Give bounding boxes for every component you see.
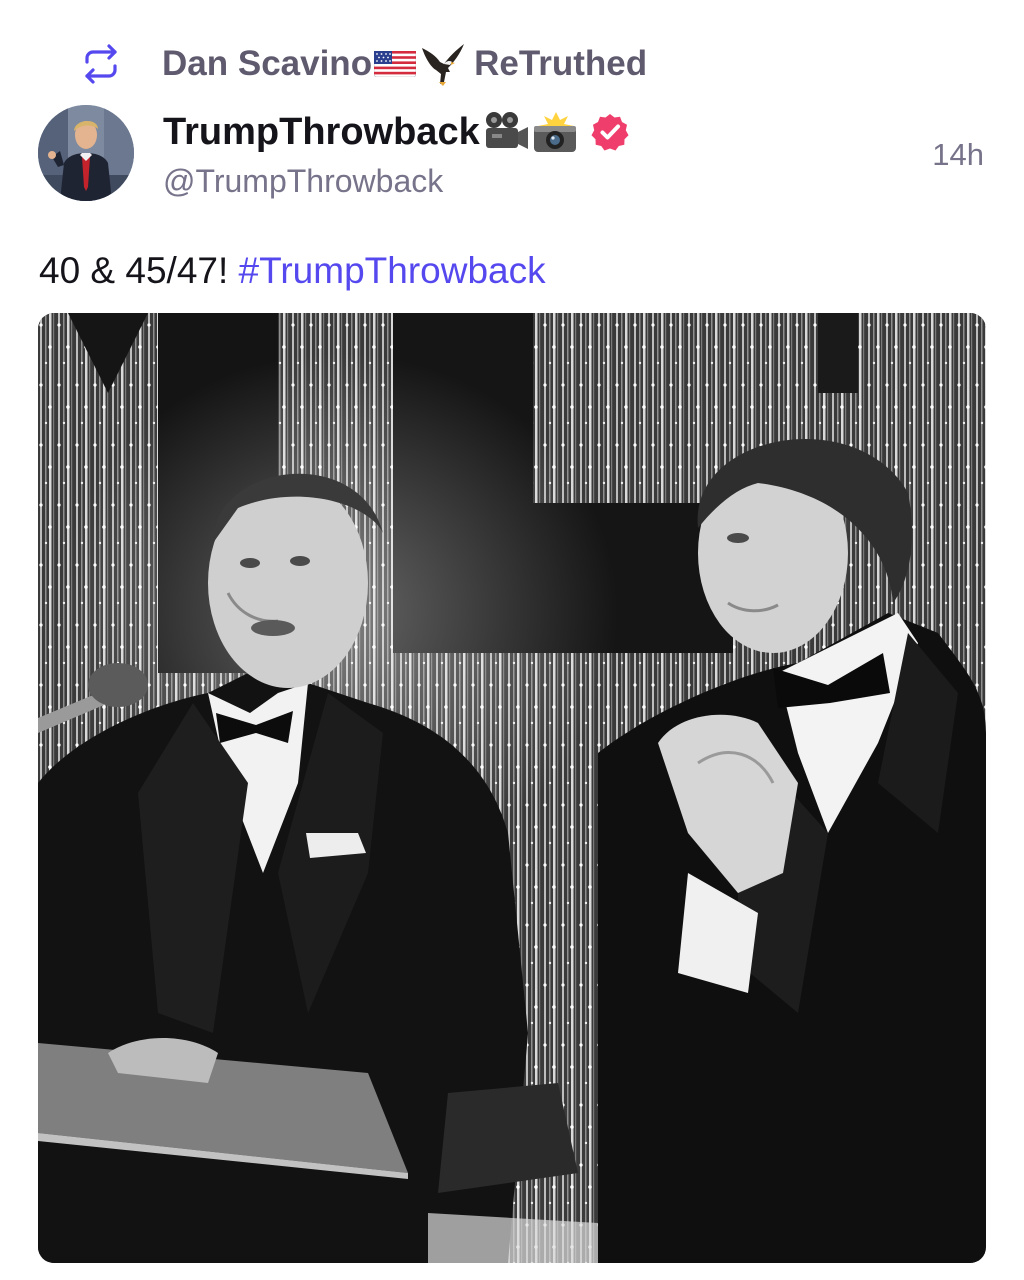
avatar[interactable] [38,105,134,201]
truth-post[interactable]: Dan Scavino ReTruthed TrumpThrowback @Tr… [0,0,1024,1280]
eagle-emoji [422,44,465,86]
movie-camera-emoji [485,112,528,149]
verified-badge-icon [591,114,629,151]
retruth-action-label: ReTruthed [474,44,648,83]
post-timestamp[interactable]: 14h [932,137,984,173]
retruth-banner: Dan Scavino ReTruthed [78,38,647,90]
author-name-emojis [482,110,580,154]
retruth-label[interactable]: Dan Scavino ReTruthed [162,42,647,86]
post-text: 40 & 45/47! [39,250,239,291]
hashtag-link[interactable]: #TrumpThrowback [239,250,546,291]
us-flag-emoji [374,51,417,77]
post-image[interactable] [38,313,986,1263]
post-body: 40 & 45/47! #TrumpThrowback [39,250,546,292]
author-display-name[interactable]: TrumpThrowback [163,111,480,154]
retruth-user-name[interactable]: Dan Scavino [162,44,372,84]
author-name-row[interactable]: TrumpThrowback [163,110,630,154]
camera-flash-emoji [533,112,576,152]
author-handle[interactable]: @TrumpThrowback [163,163,443,200]
retruth-icon [85,44,117,84]
